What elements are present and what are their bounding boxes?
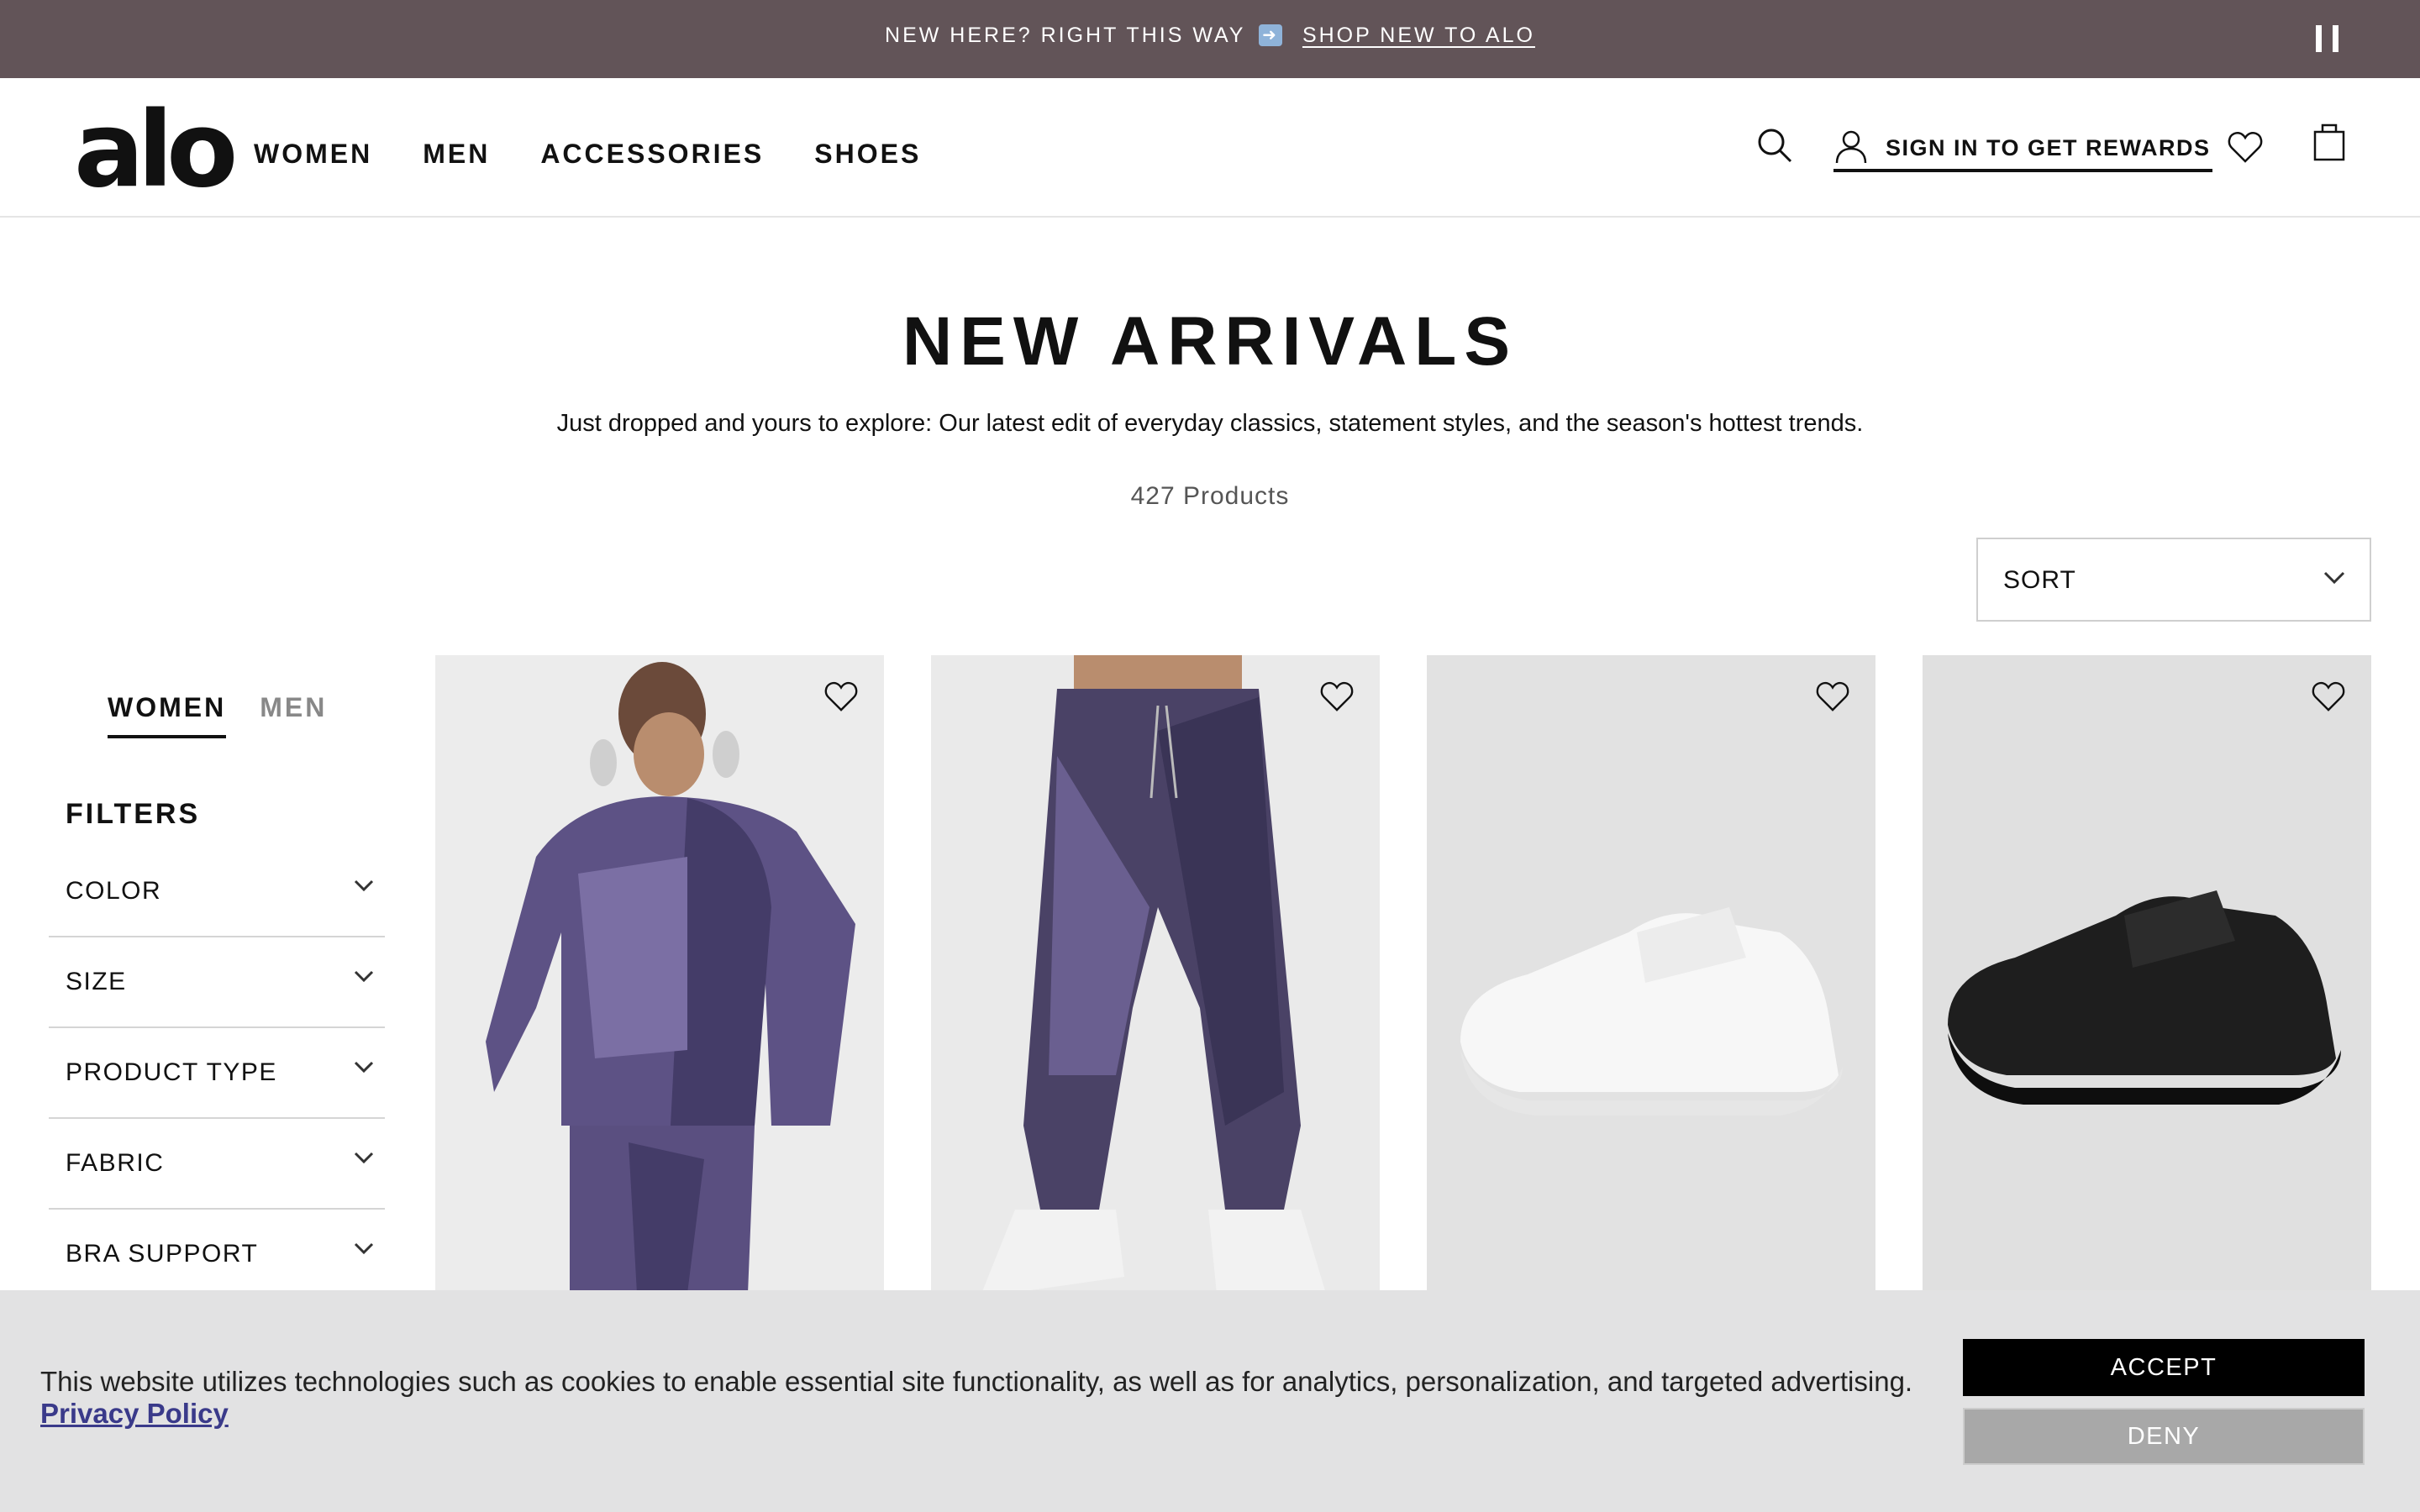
- right-arrow-icon: ➜: [1258, 24, 1282, 46]
- wishlist-heart-icon[interactable]: [2311, 680, 2346, 712]
- nav-shoes[interactable]: SHOES: [814, 139, 921, 170]
- main-nav: WOMEN MEN ACCESSORIES SHOES: [254, 139, 971, 170]
- filter-label: FABRIC: [66, 1149, 165, 1177]
- sort-label: SORT: [2003, 566, 2076, 594]
- site-header: alo WOMEN MEN ACCESSORIES SHOES SIGN IN …: [0, 78, 2420, 218]
- product-card-white-sneaker[interactable]: [1427, 655, 1876, 1294]
- logo[interactable]: alo: [74, 98, 238, 202]
- promo-message: NEW HERE? RIGHT THIS WAY ➜ SHOP NEW TO A…: [0, 24, 2420, 48]
- filter-label: COLOR: [66, 877, 162, 905]
- filter-bra-support[interactable]: BRA SUPPORT: [49, 1210, 385, 1300]
- filter-label: SIZE: [66, 968, 127, 995]
- tab-women[interactable]: WOMEN: [108, 692, 227, 738]
- page-title: NEW ARRIVALS: [902, 303, 1518, 380]
- product-image: [1460, 907, 1843, 1116]
- shopping-bag-icon[interactable]: [2312, 120, 2346, 162]
- promo-text: NEW HERE? RIGHT THIS WAY: [885, 24, 1246, 47]
- product-card-black-sneaker[interactable]: [1923, 655, 2371, 1294]
- filter-label: BRA SUPPORT: [66, 1240, 259, 1268]
- chevron-down-icon: [354, 1152, 374, 1164]
- deny-button[interactable]: DENY: [1963, 1408, 2365, 1465]
- nav-accessories[interactable]: ACCESSORIES: [540, 139, 764, 170]
- gender-tabs: WOMEN MEN: [108, 692, 327, 738]
- user-icon: [1835, 130, 1867, 164]
- filter-label: PRODUCT TYPE: [66, 1058, 277, 1086]
- product-card-sweatpants[interactable]: [931, 655, 1380, 1294]
- nav-men[interactable]: MEN: [423, 139, 490, 170]
- filter-size[interactable]: SIZE: [49, 937, 385, 1028]
- wishlist-heart-icon[interactable]: [823, 680, 859, 712]
- chevron-down-icon: [354, 1061, 374, 1074]
- chevron-down-icon: [2323, 571, 2345, 585]
- wishlist-heart-icon[interactable]: [2227, 130, 2264, 164]
- sign-in-label: SIGN IN TO GET REWARDS: [1886, 135, 2211, 160]
- filter-product-type[interactable]: PRODUCT TYPE: [49, 1028, 385, 1119]
- search-icon[interactable]: [1756, 127, 1793, 164]
- cookie-message: This website utilizes technologies such …: [40, 1366, 1913, 1397]
- chevron-down-icon: [354, 970, 374, 983]
- chevron-down-icon: [354, 879, 374, 892]
- nav-women[interactable]: WOMEN: [254, 139, 372, 170]
- product-image: [981, 655, 1326, 1294]
- sign-in-rewards-link[interactable]: SIGN IN TO GET REWARDS: [1833, 129, 2212, 172]
- tab-men[interactable]: MEN: [260, 692, 327, 738]
- shop-new-link[interactable]: SHOP NEW TO ALO: [1302, 24, 1535, 47]
- wishlist-heart-icon[interactable]: [1815, 680, 1850, 712]
- cookie-banner: This website utilizes technologies such …: [0, 1290, 2420, 1512]
- sort-dropdown[interactable]: SORT: [1976, 538, 2371, 622]
- accept-button[interactable]: ACCEPT: [1963, 1339, 2365, 1396]
- filter-color[interactable]: COLOR: [49, 847, 385, 937]
- wishlist-heart-icon[interactable]: [1319, 680, 1355, 712]
- filters-heading: FILTERS: [66, 798, 201, 830]
- filter-list: COLOR SIZE PRODUCT TYPE FABRIC BRA SUPPO…: [49, 847, 385, 1300]
- promo-bar: NEW HERE? RIGHT THIS WAY ➜ SHOP NEW TO A…: [0, 0, 2420, 78]
- page-subtitle: Just dropped and yours to explore: Our l…: [556, 410, 1864, 437]
- chevron-down-icon: [354, 1242, 374, 1255]
- privacy-policy-link[interactable]: Privacy Policy: [40, 1398, 229, 1430]
- pause-icon[interactable]: [2316, 25, 2339, 52]
- product-image: [1948, 890, 2341, 1105]
- product-count: 427 Products: [1130, 482, 1290, 510]
- product-image: [486, 662, 855, 1294]
- product-card-hoodie[interactable]: [435, 655, 884, 1294]
- filter-fabric[interactable]: FABRIC: [49, 1119, 385, 1210]
